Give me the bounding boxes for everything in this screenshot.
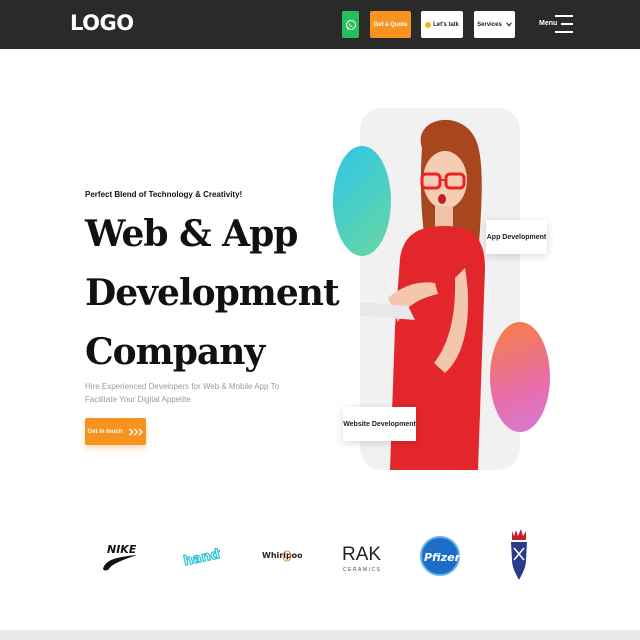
handy-wordmark: handy	[182, 545, 220, 569]
headline-line-2: Development	[85, 272, 340, 314]
hamburger-menu-icon[interactable]	[555, 13, 573, 35]
hero-tagline: Perfect Blend of Technology & Creativity…	[85, 190, 243, 199]
get-in-touch-label: Get in touch	[87, 428, 123, 435]
site-logo[interactable]: LOGO	[70, 11, 134, 35]
get-a-quote-label: Get a Quote	[373, 21, 408, 28]
whirlpool-wordmark: Whirlpool	[262, 551, 302, 560]
whirlpool-logo: Whirlpool	[260, 528, 302, 584]
hero-subtext: Hire Experienced Developers for Web & Mo…	[85, 382, 280, 404]
rak-wordmark: RAK	[342, 544, 381, 565]
top-navbar: LOGO Get a Quote Let's talk Services Men…	[0, 0, 640, 49]
lets-talk-button[interactable]: Let's talk	[421, 11, 463, 38]
whatsapp-button[interactable]	[342, 11, 359, 38]
services-label: Services	[477, 21, 502, 28]
website-development-badge[interactable]: Website Development	[343, 407, 416, 441]
headline-line-3: Company	[85, 331, 265, 373]
pfizer-logo: Pfizer	[418, 528, 462, 584]
nike-wordmark: NIKE	[107, 543, 137, 556]
page: LOGO Get a Quote Let's talk Services Men…	[0, 0, 640, 640]
handy-logo: handy	[180, 528, 220, 584]
services-dropdown[interactable]: Services	[474, 11, 515, 38]
pfizer-wordmark: Pfizer	[424, 551, 461, 564]
rak-ceramics-logo: RAK CERAMICS	[338, 528, 382, 584]
nike-logo: NIKE	[100, 528, 140, 584]
hero-headline: Web & App Development Company	[85, 205, 340, 382]
page-bottom-edge	[0, 630, 640, 640]
app-development-badge[interactable]: App Development	[486, 220, 547, 254]
triple-chevron-right-icon	[128, 427, 143, 436]
ceramics-wordmark: CERAMICS	[343, 567, 381, 573]
lets-talk-label: Let's talk	[433, 21, 459, 28]
decorative-blob-teal	[333, 146, 391, 256]
get-in-touch-button[interactable]: Get in touch	[85, 418, 146, 445]
whatsapp-icon	[345, 19, 356, 30]
chevron-down-icon	[506, 22, 512, 27]
chat-icon	[425, 21, 432, 28]
get-a-quote-button[interactable]: Get a Quote	[370, 11, 411, 38]
crest-logo	[502, 528, 536, 584]
headline-line-1: Web & App	[85, 213, 298, 255]
decorative-blob-pink	[490, 322, 550, 432]
